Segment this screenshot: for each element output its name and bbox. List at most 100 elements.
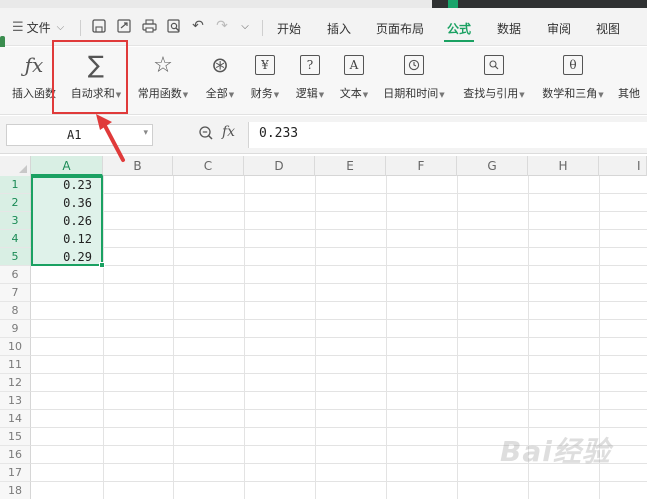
dropdown-caret-icon: ▼ (598, 91, 604, 99)
zoom-icon[interactable] (198, 125, 216, 143)
tab-view[interactable]: 视图 (596, 20, 620, 37)
redo-icon[interactable]: ↷ (213, 17, 231, 35)
dropdown-caret-icon: ▼ (228, 91, 235, 99)
row-gridline (31, 193, 647, 194)
finance-button[interactable]: ¥ 财务▼ (245, 51, 285, 101)
other-functions-button[interactable]: 其他 (618, 51, 647, 101)
other-functions-label: 其他 (618, 87, 640, 100)
column-header-e[interactable]: E (315, 156, 386, 176)
common-functions-button[interactable]: ☆ 常用函数▼ (134, 51, 192, 101)
math-trig-label: 数学和三角 (542, 87, 598, 100)
row-header[interactable]: 14 (0, 410, 31, 428)
tab-formulas[interactable]: 公式 (447, 20, 471, 37)
print-preview-icon[interactable] (165, 17, 183, 35)
tab-data[interactable]: 数据 (497, 20, 521, 37)
row-header[interactable]: 4 (0, 230, 31, 248)
row-header[interactable]: 16 (0, 446, 31, 464)
row-gridline (31, 481, 647, 482)
column-header-c[interactable]: C (173, 156, 244, 176)
star-icon: ☆ (153, 52, 173, 78)
row-header[interactable]: 2 (0, 194, 31, 212)
app-tab-marker (448, 0, 458, 8)
autosum-highlight-box (52, 40, 128, 114)
export-icon[interactable] (115, 17, 133, 35)
row-header[interactable]: 15 (0, 428, 31, 446)
row-gridline (31, 319, 647, 320)
fx-icon: ƒx (24, 53, 44, 77)
more-icon[interactable]: ⌵ (236, 17, 254, 35)
row-header[interactable]: 8 (0, 302, 31, 320)
column-header-f[interactable]: F (386, 156, 457, 176)
row-gridline (31, 337, 647, 338)
name-box[interactable]: A1 ▾ (6, 124, 153, 146)
date-time-button[interactable]: 日期和时间▼ (380, 51, 448, 101)
name-box-value: A1 (67, 128, 82, 142)
fx-label[interactable]: fx (222, 124, 235, 140)
dropdown-caret-icon: ▼ (318, 91, 325, 99)
text-a-icon: A (344, 55, 364, 75)
lookup-reference-button[interactable]: 查找与引用▼ (458, 51, 530, 101)
fill-handle[interactable] (99, 262, 105, 268)
divider (80, 20, 81, 36)
math-trig-button[interactable]: θ 数学和三角▼ (538, 51, 608, 101)
file-menu-label: 文件 (26, 21, 51, 35)
row-gridline (31, 247, 647, 248)
undo-icon[interactable]: ↶ (189, 17, 207, 35)
divider (262, 20, 263, 36)
row-gridline (31, 427, 647, 428)
row-header[interactable]: 6 (0, 266, 31, 284)
row-gridline (31, 283, 647, 284)
formula-value: 0.233 (259, 126, 299, 141)
row-gridline (31, 265, 647, 266)
tab-insert[interactable]: 插入 (327, 20, 351, 37)
formula-input[interactable]: 0.233 (248, 122, 647, 148)
dropdown-caret-icon: ▼ (182, 91, 189, 99)
watermark: Bai经验 (500, 435, 611, 468)
selection-outline (31, 176, 103, 266)
row-gridline (31, 391, 647, 392)
select-all-corner[interactable] (0, 156, 31, 176)
row-gridline (31, 355, 647, 356)
row-gridline (31, 373, 647, 374)
row-header[interactable]: 5 (0, 248, 31, 266)
column-header-h[interactable]: H (528, 156, 599, 176)
row-header[interactable]: 18 (0, 482, 31, 499)
logic-button[interactable]: ? 逻辑▼ (290, 51, 330, 101)
file-menu[interactable]: ☰ 文件 ⌵ (12, 19, 64, 36)
row-header[interactable]: 10 (0, 338, 31, 356)
all-functions-button[interactable]: ⊛ 全部▼ (201, 51, 239, 101)
tab-review[interactable]: 审阅 (547, 20, 571, 37)
window-tab-area (432, 0, 647, 8)
logic-label: 逻辑 (295, 87, 318, 100)
dropdown-caret-icon: ▼ (362, 91, 369, 99)
row-header[interactable]: 1 (0, 176, 31, 194)
red-arrow-annotation (96, 114, 125, 162)
asterisk-circle-icon: ⊛ (211, 53, 229, 77)
finance-label: 财务 (250, 87, 273, 100)
column-gridline (457, 176, 458, 499)
chevron-down-icon: ⌵ (56, 22, 65, 33)
column-header-i[interactable]: I (599, 156, 647, 176)
save-icon[interactable] (90, 17, 108, 35)
tab-page-layout[interactable]: 页面布局 (376, 20, 424, 37)
row-header[interactable]: 12 (0, 374, 31, 392)
row-gridline (31, 229, 647, 230)
dropdown-caret-icon: ▼ (439, 91, 445, 99)
window-top-strip (0, 0, 647, 8)
row-header[interactable]: 9 (0, 320, 31, 338)
all-functions-label: 全部 (205, 87, 228, 100)
tab-home[interactable]: 开始 (277, 20, 301, 37)
yen-icon: ¥ (255, 55, 275, 75)
row-header[interactable]: 17 (0, 464, 31, 482)
column-header-d[interactable]: D (244, 156, 315, 176)
clock-icon (404, 55, 424, 75)
row-gridline (31, 409, 647, 410)
column-header-g[interactable]: G (457, 156, 528, 176)
row-header[interactable]: 3 (0, 212, 31, 230)
print-icon[interactable] (140, 17, 158, 35)
theta-icon: θ (563, 55, 583, 75)
row-header[interactable]: 11 (0, 356, 31, 374)
row-header[interactable]: 13 (0, 392, 31, 410)
text-functions-button[interactable]: A 文本▼ (334, 51, 374, 101)
row-header[interactable]: 7 (0, 284, 31, 302)
